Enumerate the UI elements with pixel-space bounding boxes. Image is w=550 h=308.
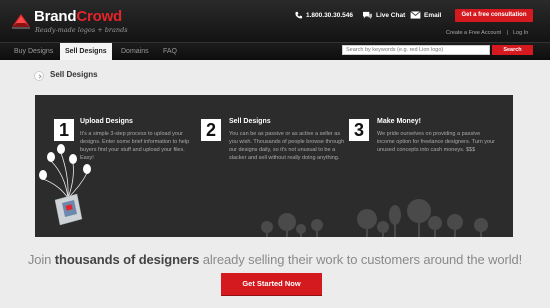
login-link[interactable]: Log In (513, 30, 528, 36)
chat-bubble-icon (363, 11, 372, 20)
brand-tagline: Ready-made logos + brands (35, 26, 128, 34)
page-title: Sell Designs (50, 70, 98, 79)
nav-item-sell-designs[interactable]: Sell Designs (60, 43, 112, 60)
chevron-right-icon (34, 71, 44, 81)
search-button[interactable]: Search (492, 45, 533, 55)
email-link[interactable]: Email (410, 11, 441, 19)
get-started-button[interactable]: Get Started Now (221, 273, 322, 295)
nav-item-faq[interactable]: FAQ (163, 43, 177, 60)
balloon-bag-illustration-icon (39, 144, 91, 226)
phone-contact[interactable]: 1.800.30.30.546 (294, 11, 353, 20)
brand-name[interactable]: BrandCrowd (34, 8, 122, 25)
tree-silhouettes-icon (261, 199, 488, 237)
envelope-icon (410, 11, 421, 19)
nav-item-buy-designs[interactable]: Buy Designs (14, 43, 53, 60)
brandcrowd-logo-icon[interactable] (10, 10, 32, 32)
phone-number: 1.800.30.30.546 (306, 12, 353, 19)
email-label: Email (424, 11, 442, 19)
live-chat-link[interactable]: Live Chat (362, 11, 405, 20)
promo-tagline: Join thousands of designers already sell… (27, 252, 523, 267)
steps-panel: 1 Upload Designs It's a simple 3-step pr… (35, 95, 513, 237)
live-chat-label: Live Chat (376, 12, 406, 19)
search-input[interactable] (342, 45, 490, 55)
create-account-link[interactable]: Create a Free Account (446, 30, 501, 36)
nav-item-domains[interactable]: Domains (121, 43, 149, 60)
account-separator: | (507, 30, 509, 36)
phone-icon (295, 11, 303, 19)
panel-illustration (39, 144, 488, 237)
header-bar: BrandCrowd Ready-made logos + brands 1.8… (0, 0, 550, 42)
free-consultation-button[interactable]: Get a free consultation (455, 9, 533, 22)
